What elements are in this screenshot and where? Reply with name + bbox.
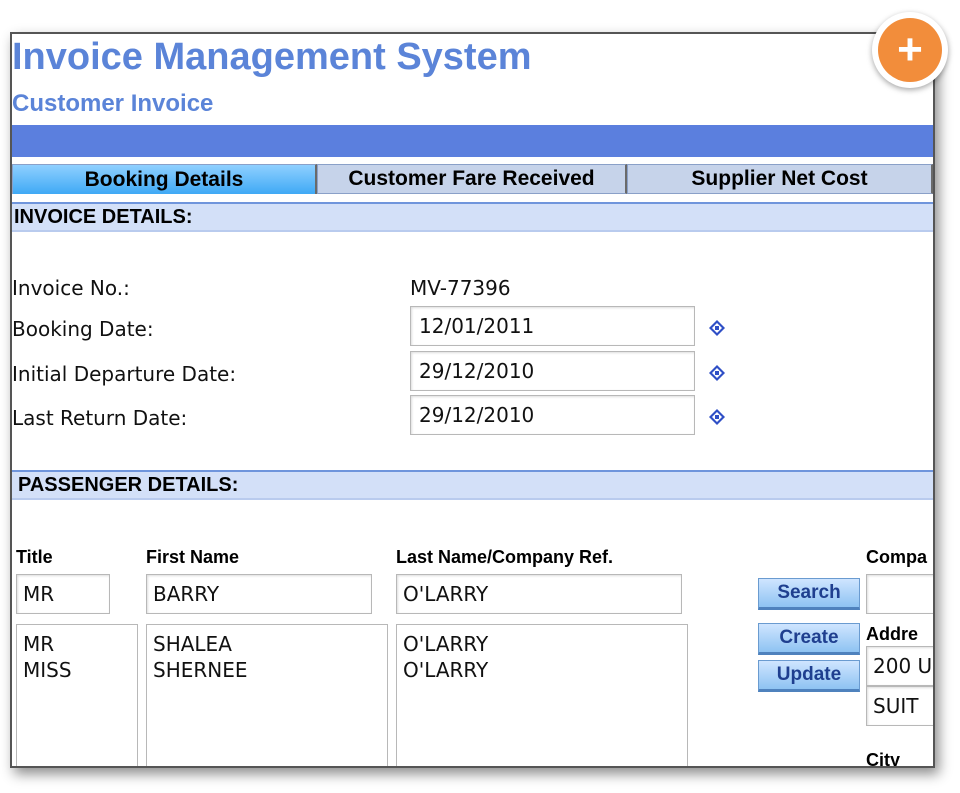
calendar-icon[interactable] [708,408,726,426]
last-return-input[interactable] [410,395,695,435]
invoice-no-value: MV-77396 [410,276,511,300]
header-bar [12,125,933,157]
last-name-list[interactable]: O'LARRY O'LARRY [396,624,688,766]
first-name-input[interactable] [146,574,372,614]
add-button[interactable]: + [872,12,948,88]
invoice-details-heading: INVOICE DETAILS: [12,202,933,232]
first-name-list[interactable]: SHALEA SHERNEE [146,624,388,766]
list-item[interactable]: O'LARRY [403,631,681,657]
title-input[interactable] [16,574,110,614]
last-name-column-header: Last Name/Company Ref. [396,547,614,567]
list-item[interactable]: MR [23,631,131,657]
list-item[interactable]: MISS [23,657,131,683]
tab-bar: Booking Details Customer Fare Received S… [12,164,933,196]
city-label: City [866,750,901,768]
calendar-icon[interactable] [708,364,726,382]
booking-date-input[interactable] [410,306,695,346]
app-title: Invoice Management System [12,36,532,78]
title-column-header: Title [16,547,53,567]
company-label: Compa [866,547,928,567]
last-return-label: Last Return Date: [12,406,188,430]
booking-date-label: Booking Date: [12,317,154,341]
invoice-no-label: Invoice No.: [12,276,130,300]
calendar-icon[interactable] [708,319,726,337]
page-subtitle: Customer Invoice [12,90,214,117]
tab-supplier-net-cost[interactable]: Supplier Net Cost [627,164,933,194]
list-item[interactable]: SHALEA [153,631,381,657]
passenger-details-heading: PASSENGER DETAILS: [12,470,933,500]
list-item[interactable]: O'LARRY [403,657,681,683]
tab-customer-fare-received[interactable]: Customer Fare Received [317,164,627,194]
initial-departure-label: Initial Departure Date: [12,362,237,386]
address-label: Addre [866,624,919,644]
initial-departure-input[interactable] [410,351,695,391]
plus-icon: + [878,18,942,82]
address-line1-input[interactable] [866,646,933,686]
company-input[interactable] [866,574,933,614]
create-button[interactable]: Create [758,623,860,655]
tab-booking-details[interactable]: Booking Details [12,164,317,194]
last-name-input[interactable] [396,574,682,614]
address-line2-input[interactable] [866,686,933,726]
update-button[interactable]: Update [758,660,860,692]
first-name-column-header: First Name [146,547,240,567]
list-item[interactable]: SHERNEE [153,657,381,683]
title-list[interactable]: MR MISS [16,624,138,766]
search-button[interactable]: Search [758,578,860,610]
app-window: Invoice Management System Customer Invoi… [10,32,935,768]
